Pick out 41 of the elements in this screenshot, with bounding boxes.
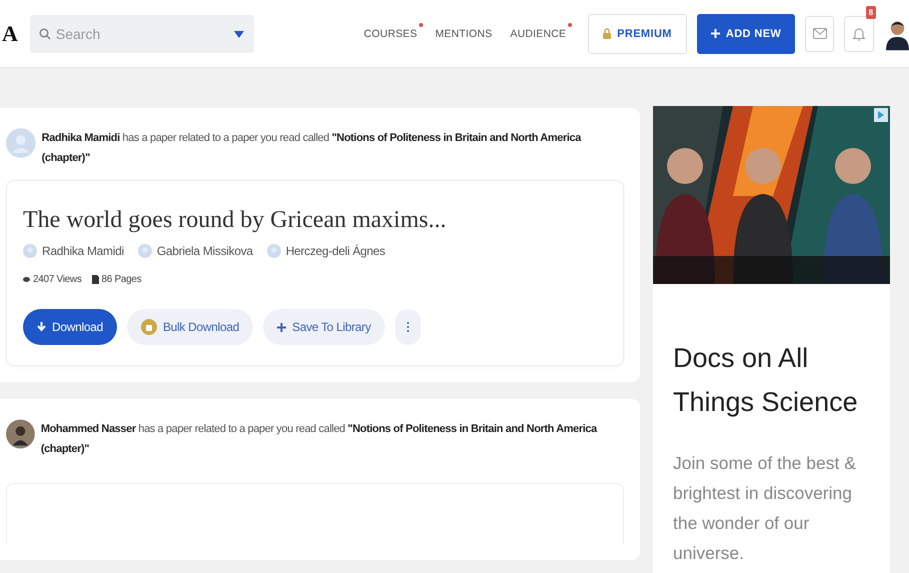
dropdown-caret-icon[interactable] (234, 30, 244, 38)
save-button[interactable]: Save To Library (263, 309, 385, 345)
paper-title[interactable]: The world goes round by Gricean maxims... (23, 207, 607, 234)
add-new-button[interactable]: ADD NEW (696, 14, 796, 54)
search-icon (38, 28, 51, 40)
feed-message: Mohammed Nasser has a paper related to a paper you read called "Notions of Politeness in Britain and North America (chapter)" (40, 422, 598, 457)
author-name[interactable]: Radhika Mamidi (42, 244, 124, 258)
download-icon (37, 322, 46, 332)
download-button[interactable]: Download (23, 309, 117, 345)
more-icon (406, 322, 409, 332)
nav-link[interactable]: MENTIONS (435, 28, 492, 40)
avatar-icon (266, 244, 281, 258)
views-count: 2407 Views (33, 274, 82, 285)
ad-title[interactable]: Docs on All Things Science (673, 336, 874, 424)
avatar-icon (6, 128, 36, 158)
bell-icon (853, 26, 866, 40)
bulk-download-button[interactable]: Bulk Download (126, 309, 254, 345)
author-name[interactable]: Gabriela Missikova (156, 244, 253, 258)
notification-count: 8 (866, 6, 876, 18)
lock-icon (140, 319, 157, 335)
eye-icon (23, 277, 30, 282)
ad-choices-icon[interactable] (874, 108, 888, 122)
ad-description: Join some of the best & brightest in discovering the wonder of our universe. (673, 452, 857, 565)
lock-icon (603, 28, 612, 39)
mail-button[interactable] (805, 16, 834, 52)
logo[interactable]: A (2, 20, 18, 46)
plus-icon (710, 29, 720, 38)
feed-message: Radhika Mamidi has a paper related to a paper you read called "Notions of Politeness in Britain and North America (chapter)" (42, 131, 582, 166)
nav-link[interactable]: COURSES (364, 28, 418, 40)
document-icon (92, 275, 99, 284)
avatar-icon (138, 244, 152, 258)
mail-icon (812, 28, 827, 39)
premium-button[interactable]: PREMIUM (588, 14, 687, 54)
avatar-icon (23, 244, 37, 258)
search-field[interactable]: Search (30, 14, 254, 52)
nav-link[interactable]: AUDIENCE (510, 28, 566, 40)
plus-icon (277, 322, 286, 332)
notifications-button[interactable] (844, 16, 874, 52)
author-name[interactable]: Herczeg-deli Ágnes (286, 244, 386, 258)
avatar-icon (6, 419, 35, 449)
pages-count: 86 Pages (102, 274, 142, 285)
